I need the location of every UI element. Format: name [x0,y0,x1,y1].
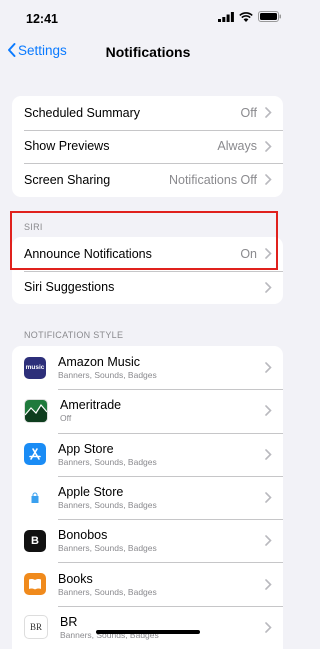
app-list: music Amazon Music Banners, Sounds, Badg… [12,346,283,649]
status-icons [218,11,282,22]
back-label: Settings [18,42,67,58]
home-indicator[interactable] [96,630,200,634]
icon-text: BR [29,622,42,633]
general-settings-group: Scheduled Summary Off Show Previews Alwa… [12,96,283,197]
chevron-right-icon [261,248,275,260]
app-row-app-store[interactable]: App Store Banners, Sounds, Badges [12,432,283,476]
row-value: Always [217,139,257,154]
row-label: Scheduled Summary [24,105,141,120]
notification-style-header: NOTIFICATION STYLE [24,330,124,340]
chevron-left-icon [8,43,16,57]
app-subtitle: Banners, Sounds, Badges [58,370,157,381]
chevron-right-icon [261,362,275,373]
siri-section-header: SIRI [24,222,43,232]
wifi-icon [239,11,253,22]
app-row-books[interactable]: Books Banners, Sounds, Badges [12,562,283,605]
app-row-bonobos[interactable]: B Bonobos Banners, Sounds, Badges [12,519,283,562]
chevron-right-icon [261,107,275,119]
books-icon [24,573,46,596]
row-value: Off [240,105,257,120]
app-name: Bonobos [58,528,108,543]
chevron-right-icon [261,405,275,417]
icon-text: B [31,534,39,547]
chevron-right-icon [261,578,275,590]
icon-text: music [25,364,45,372]
chevron-right-icon [261,448,275,460]
screen-sharing-row[interactable]: Screen Sharing Notifications Off [12,163,283,197]
cellular-signal-icon [218,11,234,22]
siri-suggestions-row[interactable]: Siri Suggestions [12,270,283,305]
apple-store-icon [24,486,46,509]
amazon-music-icon: music [24,356,46,379]
row-value: On [240,246,257,261]
row-label: Screen Sharing [24,172,111,187]
app-row-apple-store[interactable]: Apple Store Banners, Sounds, Badges [12,475,283,519]
app-name: BR [60,614,78,629]
app-store-icon [24,443,46,466]
bonobos-icon: B [24,529,46,552]
app-name: Apple Store [58,485,124,500]
row-label: Siri Suggestions [24,280,115,295]
row-value: Notifications Off [168,172,257,187]
chevron-right-icon [261,174,275,186]
chevron-right-icon [261,281,275,293]
app-name: Amazon Music [58,355,140,370]
app-subtitle: Banners, Sounds, Badges [58,586,157,597]
app-name: Ameritrade [60,398,122,413]
back-button[interactable]: Settings [6,42,67,58]
status-bar: 12:41 [0,0,296,38]
app-row-br[interactable]: BR BR Banners, Sounds, Badges [12,605,283,649]
app-row-amazon-music[interactable]: music Amazon Music Banners, Sounds, Badg… [12,346,283,389]
show-previews-row[interactable]: Show Previews Always [12,129,283,164]
battery-icon [258,11,281,22]
br-icon: BR [24,615,48,640]
app-row-ameritrade[interactable]: Ameritrade Off [12,389,283,432]
scheduled-summary-row[interactable]: Scheduled Summary Off [12,96,283,130]
app-name: App Store [58,441,114,456]
chevron-right-icon [261,492,275,503]
app-subtitle: Off [60,413,72,424]
row-label: Announce Notifications [24,246,152,261]
chevron-right-icon [261,622,275,633]
app-subtitle: Banners, Sounds, Badges [58,543,157,554]
ameritrade-icon [24,398,48,423]
app-name: Books [58,571,93,586]
chevron-right-icon [261,535,275,547]
chevron-right-icon [261,140,275,152]
siri-settings-group: Announce Notifications On Siri Suggestio… [12,237,283,304]
announce-notifications-row[interactable]: Announce Notifications On [12,237,283,271]
app-subtitle: Banners, Sounds, Badges [58,456,157,467]
row-label: Show Previews [24,139,110,154]
app-subtitle: Banners, Sounds, Badges [58,500,157,511]
status-time: 12:41 [26,12,58,26]
navigation-bar: Settings Notifications [0,38,296,68]
